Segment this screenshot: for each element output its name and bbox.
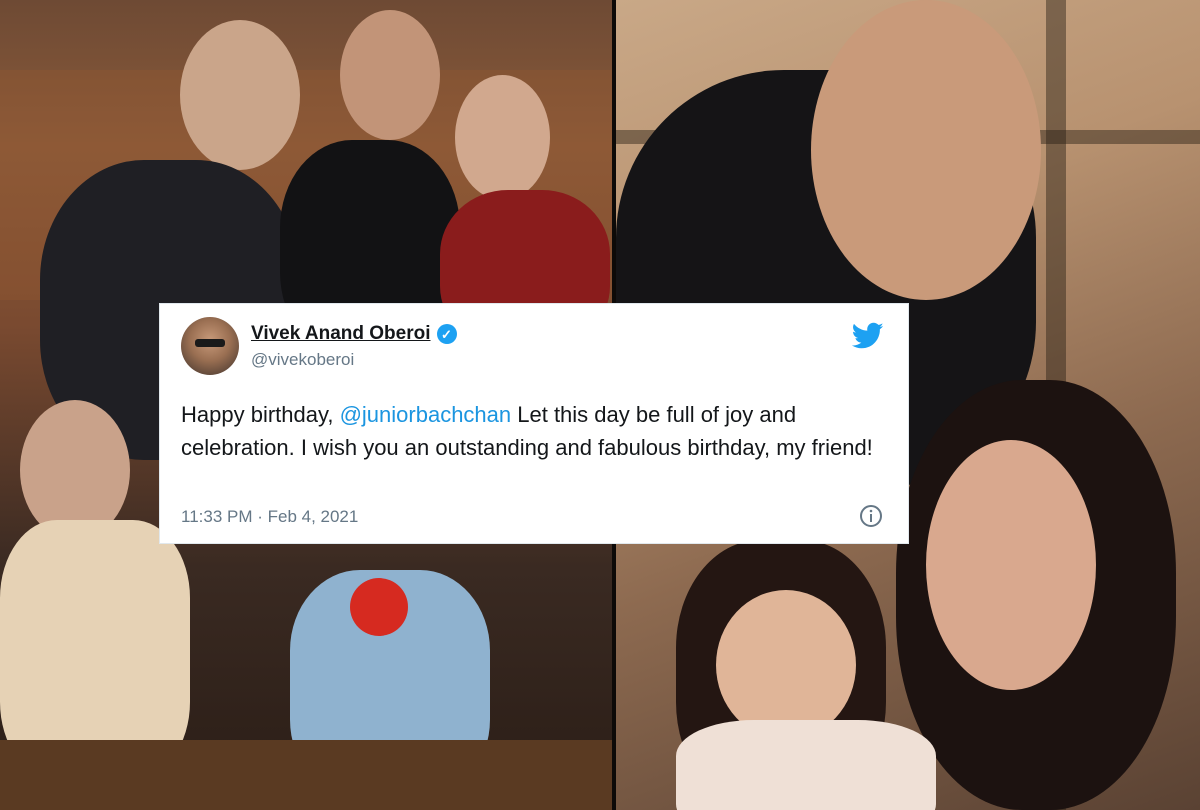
info-icon[interactable] xyxy=(859,504,883,528)
avatar-glasses xyxy=(195,339,225,347)
verified-badge-icon: ✓ xyxy=(436,324,457,344)
tweet-text-lead: Happy birthday, xyxy=(181,402,340,427)
tweet-card[interactable]: Vivek Anand Oberoi ✓ @vivekoberoi Happy … xyxy=(159,303,909,544)
twitter-bird-icon[interactable] xyxy=(852,322,884,350)
mention-link[interactable]: @juniorbachchan xyxy=(340,402,512,427)
cake-topper xyxy=(350,578,408,636)
person-head-6 xyxy=(926,440,1096,690)
avatar[interactable] xyxy=(181,317,239,375)
person-head-1 xyxy=(180,20,300,170)
person-head-4 xyxy=(20,400,130,540)
child-dress xyxy=(676,720,936,810)
child-face xyxy=(716,590,856,740)
handle[interactable]: @vivekoberoi xyxy=(251,350,354,370)
timestamp[interactable]: 11:33 PM · Feb 4, 2021 xyxy=(181,507,358,527)
display-name[interactable]: Vivek Anand Oberoi xyxy=(251,323,431,345)
person-head-2 xyxy=(340,10,440,140)
person-head-3 xyxy=(455,75,550,200)
person-head-5 xyxy=(811,0,1041,300)
author-row: Vivek Anand Oberoi ✓ xyxy=(251,323,457,345)
tweet-text: Happy birthday, @juniorbachchan Let this… xyxy=(181,398,893,464)
